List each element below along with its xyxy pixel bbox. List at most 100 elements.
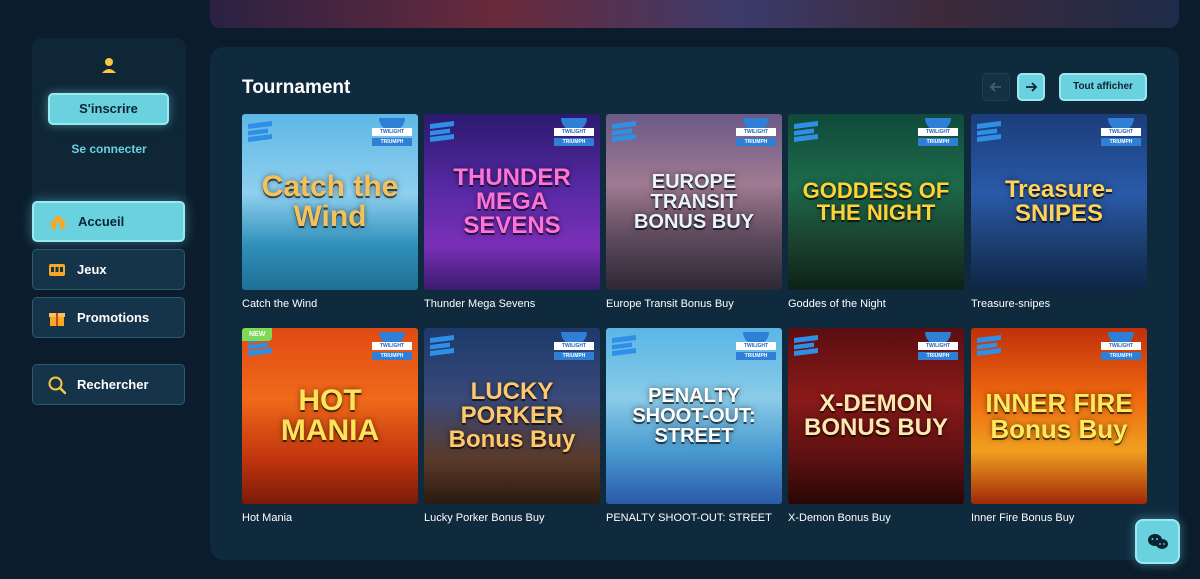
game-art-title: PENALTY SHOOT-OUT: STREET: [632, 385, 756, 447]
game-title[interactable]: PENALTY SHOOT-OUT: STREET: [606, 512, 782, 524]
tournament-section: Tournament Tout afficher Catch the Wind T…: [210, 47, 1179, 560]
badge-line-1: TWILIGHT: [736, 128, 776, 136]
badge-line-1: TWILIGHT: [554, 128, 594, 136]
provider-logo-icon: [612, 335, 636, 356]
provider-logo-icon: [794, 335, 818, 356]
game-title[interactable]: Europe Transit Bonus Buy: [606, 298, 782, 310]
nav-item-home[interactable]: Accueil: [32, 201, 185, 242]
trophy-icon: TWILIGHT TRIUMPH: [736, 118, 776, 150]
badge-line-2: TRIUMPH: [554, 138, 594, 146]
game-art-title: GODDESS OF THE NIGHT: [802, 178, 950, 225]
game-title[interactable]: Catch the Wind: [242, 298, 418, 310]
game-thumbnail[interactable]: LUCKY PORKER Bonus Buy TWILIGHT TRIUMPH: [424, 328, 600, 504]
nav-label-games: Jeux: [77, 262, 107, 277]
game-card[interactable]: INNER FIRE Bonus Buy TWILIGHT TRIUMPH Inner…: [971, 328, 1147, 524]
arrow-right-icon: [1026, 82, 1038, 92]
game-title[interactable]: Hot Mania: [242, 512, 418, 524]
game-card[interactable]: GODDESS OF THE NIGHT TWILIGHT TRIUMPH Godde…: [788, 114, 964, 310]
next-button[interactable]: [1017, 73, 1045, 101]
trophy-icon: TWILIGHT TRIUMPH: [372, 332, 412, 364]
game-card[interactable]: EUROPE TRANSIT BONUS BUY TWILIGHT TRIUMPH E…: [606, 114, 782, 310]
badge-line-2: TRIUMPH: [1101, 352, 1141, 360]
hero-banner-strip[interactable]: [210, 0, 1179, 28]
game-card[interactable]: Catch the Wind TWILIGHT TRIUMPH Catch the W…: [242, 114, 418, 310]
game-card[interactable]: THUNDER MEGA SEVENS TWILIGHT TRIUMPH Thunde…: [424, 114, 600, 310]
game-thumbnail[interactable]: THUNDER MEGA SEVENS TWILIGHT TRIUMPH: [424, 114, 600, 290]
trophy-icon: TWILIGHT TRIUMPH: [1101, 118, 1141, 150]
game-card[interactable]: HOT MANIA TWILIGHT TRIUMPH NEW Hot Mania: [242, 328, 418, 524]
trophy-icon: TWILIGHT TRIUMPH: [1101, 332, 1141, 364]
game-art-title: LUCKY PORKER Bonus Buy: [448, 378, 576, 453]
game-title[interactable]: Goddes of the Night: [788, 298, 964, 310]
game-thumbnail[interactable]: PENALTY SHOOT-OUT: STREET TWILIGHT TRIUMPH: [606, 328, 782, 504]
game-card[interactable]: LUCKY PORKER Bonus Buy TWILIGHT TRIUMPH Luc…: [424, 328, 600, 524]
game-thumbnail[interactable]: X-DEMON BONUS BUY TWILIGHT TRIUMPH: [788, 328, 964, 504]
game-title[interactable]: Thunder Mega Sevens: [424, 298, 600, 310]
badge-line-2: TRIUMPH: [554, 352, 594, 360]
game-title[interactable]: Inner Fire Bonus Buy: [971, 512, 1147, 524]
provider-logo-icon: [977, 335, 1001, 356]
chat-button[interactable]: [1135, 519, 1180, 564]
badge-line-2: TRIUMPH: [918, 352, 958, 360]
nav-item-promotions[interactable]: Promotions: [32, 297, 185, 338]
game-thumbnail[interactable]: EUROPE TRANSIT BONUS BUY TWILIGHT TRIUMPH: [606, 114, 782, 290]
login-link[interactable]: Se connecter: [32, 142, 186, 156]
badge-line-1: TWILIGHT: [1101, 128, 1141, 136]
nav-label-promotions: Promotions: [77, 310, 150, 325]
game-thumbnail[interactable]: Treasure-SNIPES TWILIGHT TRIUMPH: [971, 114, 1147, 290]
badge-line-1: TWILIGHT: [1101, 342, 1141, 350]
nav-label-home: Accueil: [78, 214, 125, 229]
show-all-button[interactable]: Tout afficher: [1059, 73, 1147, 101]
section-title: Tournament: [242, 77, 351, 98]
game-art-title: THUNDER MEGA SEVENS: [453, 164, 571, 239]
badge-line-2: TRIUMPH: [1101, 138, 1141, 146]
game-thumbnail[interactable]: HOT MANIA TWILIGHT TRIUMPH NEW: [242, 328, 418, 504]
game-art-title: Treasure-SNIPES: [1004, 176, 1114, 227]
trophy-icon: TWILIGHT TRIUMPH: [554, 118, 594, 150]
nav-label-search: Rechercher: [77, 377, 149, 392]
badge-line-2: TRIUMPH: [372, 138, 412, 146]
new-badge: NEW: [242, 328, 273, 341]
badge-line-2: TRIUMPH: [918, 138, 958, 146]
game-card[interactable]: X-DEMON BONUS BUY TWILIGHT TRIUMPH X-Demon …: [788, 328, 964, 524]
provider-logo-icon: [977, 121, 1001, 142]
chat-icon: [1147, 533, 1168, 549]
register-button[interactable]: S'inscrire: [48, 93, 169, 125]
game-art-title: HOT MANIA: [280, 384, 380, 447]
badge-line-1: TWILIGHT: [554, 342, 594, 350]
provider-logo-icon: [794, 121, 818, 142]
badge-line-2: TRIUMPH: [372, 352, 412, 360]
badge-line-1: TWILIGHT: [736, 342, 776, 350]
trophy-icon: TWILIGHT TRIUMPH: [918, 118, 958, 150]
game-art-title: EUROPE TRANSIT BONUS BUY: [633, 171, 754, 233]
nav-item-search[interactable]: Rechercher: [32, 364, 185, 405]
game-thumbnail[interactable]: GODDESS OF THE NIGHT TWILIGHT TRIUMPH: [788, 114, 964, 290]
badge-line-1: TWILIGHT: [918, 128, 958, 136]
game-title[interactable]: X-Demon Bonus Buy: [788, 512, 964, 524]
trophy-icon: TWILIGHT TRIUMPH: [372, 118, 412, 150]
game-art-title: X-DEMON BONUS BUY: [803, 390, 948, 441]
game-card[interactable]: Treasure-SNIPES TWILIGHT TRIUMPH Treasure-s…: [971, 114, 1147, 310]
previous-button[interactable]: [982, 73, 1010, 101]
nav-item-games[interactable]: Jeux: [32, 249, 185, 290]
game-thumbnail[interactable]: INNER FIRE Bonus Buy TWILIGHT TRIUMPH: [971, 328, 1147, 504]
arrow-left-icon: [989, 82, 1001, 92]
games-icon: [49, 263, 65, 276]
badge-line-1: TWILIGHT: [918, 342, 958, 350]
user-icon: [102, 58, 116, 73]
game-art-title: INNER FIRE Bonus Buy: [985, 388, 1133, 444]
gift-icon: [49, 312, 65, 326]
trophy-icon: TWILIGHT TRIUMPH: [918, 332, 958, 364]
provider-logo-icon: [430, 335, 454, 356]
provider-logo-icon: [612, 121, 636, 142]
trophy-icon: TWILIGHT TRIUMPH: [736, 332, 776, 364]
search-icon: [48, 376, 67, 394]
badge-line-1: TWILIGHT: [372, 128, 412, 136]
game-art-title: Catch the Wind: [261, 170, 399, 233]
game-thumbnail[interactable]: Catch the Wind TWILIGHT TRIUMPH: [242, 114, 418, 290]
game-title[interactable]: Treasure-snipes: [971, 298, 1147, 310]
home-icon: [51, 214, 65, 229]
provider-logo-icon: [248, 121, 272, 142]
game-card[interactable]: PENALTY SHOOT-OUT: STREET TWILIGHT TRIUMPH…: [606, 328, 782, 524]
game-title[interactable]: Lucky Porker Bonus Buy: [424, 512, 600, 524]
